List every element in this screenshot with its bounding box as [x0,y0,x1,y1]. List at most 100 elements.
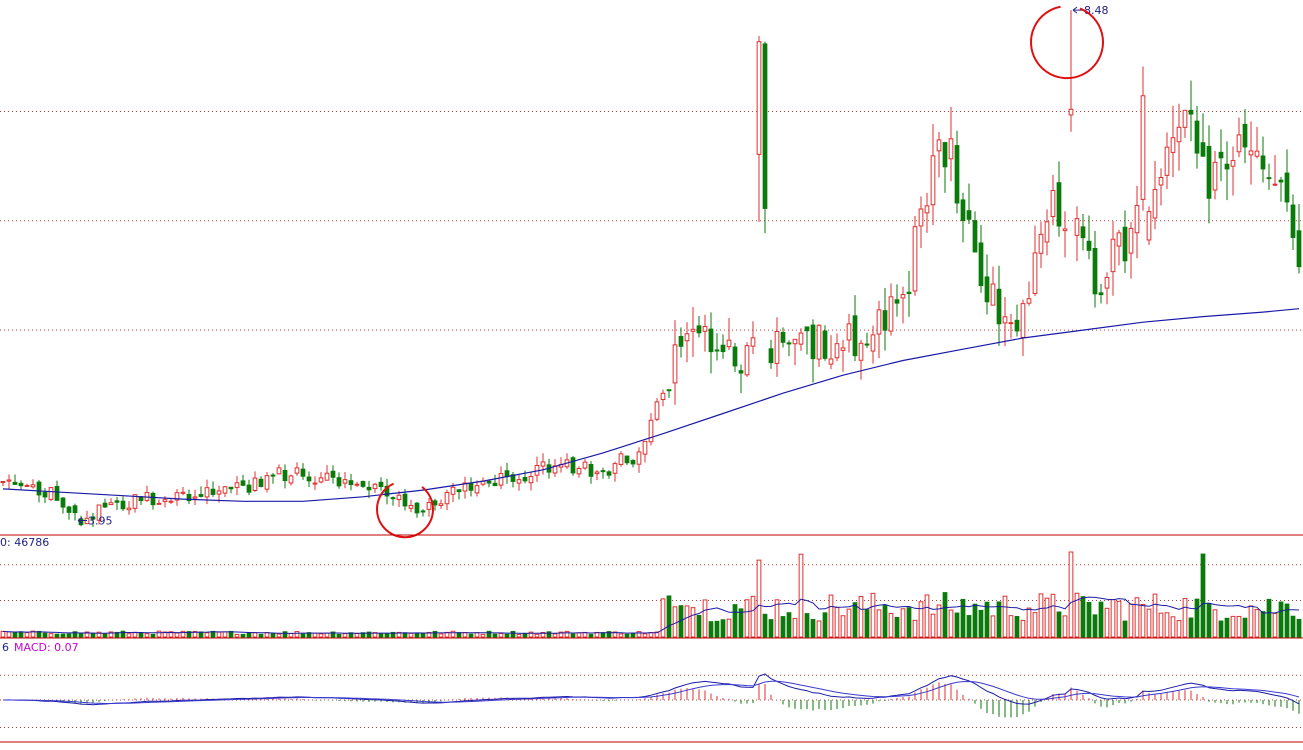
candle-body [1050,189,1056,218]
candle-body [1140,95,1146,200]
volume-bar [876,609,882,638]
candle-body [876,309,882,335]
candle-body [594,471,600,475]
candle-body [582,461,588,469]
candle-body [432,500,438,506]
candle-body [234,482,240,488]
candle-body [1098,292,1104,296]
volume-bar [1062,615,1068,638]
candle-body [1038,233,1044,254]
volume-bar [1236,615,1242,638]
volume-bar [1014,616,1020,638]
candle-body [474,485,480,494]
volume-bar [1260,611,1266,638]
candle-body [540,461,546,467]
volume-bar [822,612,828,638]
volume-bar [636,631,642,638]
candle-body [168,500,174,503]
candle-body [1272,183,1278,186]
candle-body [696,325,702,334]
candle-body [252,477,258,491]
candle-body [324,472,330,481]
volume-bar [102,633,108,638]
candle-body [348,480,354,486]
volume-bar [498,633,504,638]
volume-bar [252,632,258,638]
volume-bar [936,604,942,638]
candle-body [1008,322,1014,325]
candle-body [630,460,636,465]
candle-body [1182,109,1188,128]
candle-body [468,482,474,491]
volume-bar [972,603,978,638]
candle-body [996,288,1002,325]
volume-bar [282,631,288,638]
volume-bar [60,633,66,638]
volume-bar [1122,620,1128,638]
volume-bar [1194,598,1200,638]
volume-bar [42,632,48,638]
candle-body [1170,137,1176,153]
volume-bar [1242,617,1248,638]
candle-body [720,344,726,353]
candle-body [930,155,936,206]
volume-bar [1092,614,1098,638]
volume-bar [960,598,966,638]
volume-bar [630,632,636,638]
candle-body [570,457,576,474]
macd-label: MACD: 0.07 [14,641,79,654]
candle-body [780,331,786,343]
candle-body [366,486,372,491]
candle-body [1074,218,1080,236]
candle-body [1056,182,1062,227]
volume-bar [324,632,330,638]
candle-body [66,506,72,513]
volume-bar [246,632,252,638]
volume-bar [804,613,810,638]
candle-body [18,482,24,487]
volume-bar [1272,612,1278,638]
volume-bar [990,615,996,638]
volume-panel: 0: 46786 [0,536,1303,638]
candle-body [42,492,48,498]
candle-body [108,502,114,506]
candle-body [690,328,696,332]
volume-bar [786,612,792,638]
candle-body [852,315,858,357]
candle-body [402,493,408,507]
volume-bar [1158,612,1164,638]
macd-panel: 6 MACD: 0.07 [0,641,1303,728]
volume-bar [1146,608,1152,638]
volume-bar [66,633,72,638]
candle-body [1128,227,1134,254]
volume-bar [1080,596,1086,638]
candle-body [246,484,252,493]
candle-body [1248,150,1254,156]
volume-bar [714,620,720,638]
candle-body [426,501,432,510]
volume-bar [1224,617,1230,638]
volume-bar [834,607,840,638]
candle-body [1212,161,1218,191]
volume-bar [0,630,6,638]
candle-body [120,500,126,510]
candle-body [420,510,426,513]
candle-body [612,463,618,474]
volume-bar [474,632,480,638]
volume-bar [954,612,960,638]
volume-bar [174,632,180,638]
volume-bar [534,633,540,638]
candle-body [702,326,708,332]
candle-body [864,343,870,346]
candle-body [270,474,276,477]
volume-bar [744,599,750,638]
annotation-circle-high [1030,5,1104,80]
candle-body [408,504,414,509]
candle-body [882,310,888,331]
volume-bar [1050,593,1056,638]
volume-bar [216,631,222,638]
candle-body [672,344,678,384]
candle-body [318,477,324,483]
volume-bar [906,607,912,638]
volume-bar [798,553,804,638]
